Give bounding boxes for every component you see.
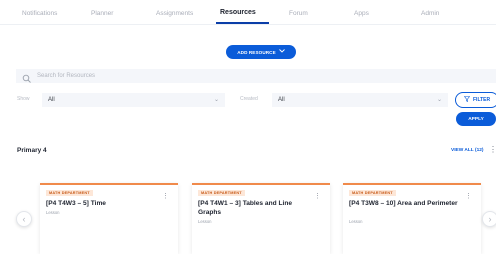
department-tag: MATH DEPARTMENT [349,190,396,196]
card-menu-icon[interactable]: ⋮ [465,192,472,200]
resource-title: [P4 T3W8 – 10] Area and Perimeter [349,200,458,207]
carousel-next-button[interactable]: › [482,211,496,227]
chevron-left-icon: ‹ [22,214,26,224]
filters-row: Show All ⌄ Created All ⌄ [0,93,496,107]
resource-title: [P4 T4W1 – 3] Tables and Line Graphs [198,200,293,216]
search-icon [22,71,32,83]
resource-card[interactable]: MATH DEPARTMENT ⋮ [P4 T4W3 – 5] Time Les… [40,183,178,254]
show-filter-label: Show [17,96,30,102]
chevron-down-icon: ⌄ [436,97,442,103]
apply-button[interactable]: APPLY [456,112,496,126]
top-navigation: Notifications Planner Assignments Resour… [0,0,496,28]
tab-assignments[interactable]: Assignments [156,10,193,17]
tab-resources[interactable]: Resources [220,9,256,16]
add-resource-label: ADD RESOURCE [237,49,276,55]
resource-card[interactable]: MATH DEPARTMENT ⋮ [P4 T3W8 – 10] Area an… [343,183,481,254]
tab-admin[interactable]: Admin [421,10,439,17]
resource-type: Lesson [198,219,212,224]
created-select-value: All [278,96,285,103]
card-menu-icon[interactable]: ⋮ [314,192,321,200]
chevron-down-icon [278,49,285,55]
search-bar[interactable]: Search for Resources [16,69,496,83]
card-menu-icon[interactable]: ⋮ [162,192,169,200]
department-tag: MATH DEPARTMENT [46,190,93,196]
resource-card[interactable]: MATH DEPARTMENT ⋮ [P4 T4W1 – 3] Tables a… [192,183,330,254]
tab-planner[interactable]: Planner [91,10,113,17]
carousel-prev-button[interactable]: ‹ [16,211,32,227]
filter-label: FILTER [473,97,491,103]
view-all-link[interactable]: VIEW ALL (12) [451,148,484,153]
tab-apps[interactable]: Apps [354,10,369,17]
resource-type: Lesson [349,219,363,224]
filter-button[interactable]: FILTER [455,92,496,108]
add-resource-button[interactable]: ADD RESOURCE [226,45,296,59]
created-select[interactable]: All ⌄ [272,93,448,107]
show-select[interactable]: All ⌄ [42,93,225,107]
created-filter-label: Created [240,96,258,102]
more-options-icon[interactable]: ⋮ [489,145,496,154]
section-title: Primary 4 [17,147,47,154]
search-input[interactable]: Search for Resources [37,73,95,79]
nav-divider [0,24,496,25]
chevron-down-icon: ⌄ [213,97,219,103]
funnel-icon [463,96,471,104]
tab-notifications[interactable]: Notifications [22,10,57,17]
resource-type: Lesson [46,210,60,215]
chevron-right-icon: › [488,214,492,224]
department-tag: MATH DEPARTMENT [198,190,245,196]
show-select-value: All [48,96,55,103]
resource-title: [P4 T4W3 – 5] Time [46,200,106,207]
tab-forum[interactable]: Forum [289,10,308,17]
